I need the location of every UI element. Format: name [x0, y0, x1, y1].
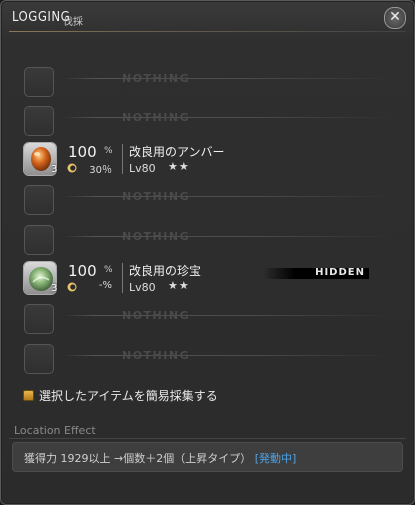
nothing-label: NOTHING — [122, 230, 191, 243]
slot-divider — [63, 315, 393, 316]
nothing-label: NOTHING — [122, 111, 191, 124]
item-stars: ★★ — [168, 279, 190, 292]
slot-empty[interactable]: NOTHING — [1, 181, 414, 221]
item-name: 改良用の珍宝 — [129, 264, 202, 278]
location-effect-desc: 獲得力 1929以上 →個数＋2個（上昇タイプ） — [24, 452, 252, 465]
location-effect-divider — [9, 438, 406, 439]
slot-divider — [63, 196, 393, 197]
hq-icon — [67, 163, 77, 173]
empty-slot-box[interactable] — [24, 225, 54, 255]
item-level: Lv80 — [129, 281, 156, 294]
item-count: 3 — [51, 164, 58, 175]
window-subtitle: 伐採 — [63, 17, 83, 28]
item-separator — [122, 144, 123, 174]
slot-divider — [63, 236, 393, 237]
empty-slot-box[interactable] — [24, 304, 54, 334]
item-stars: ★★ — [168, 160, 190, 173]
item-level: Lv80 — [129, 162, 156, 175]
empty-slot-box[interactable] — [24, 67, 54, 97]
success-rate: 100 — [68, 143, 97, 161]
slot-item-treasure[interactable]: 3 100 % -% 改良用の珍宝 Lv80 ★★ HIDDEN — [1, 260, 414, 300]
slot-empty[interactable]: NOTHING — [1, 63, 414, 103]
empty-slot-box[interactable] — [24, 185, 54, 215]
slot-empty[interactable]: NOTHING — [1, 300, 414, 340]
empty-slot-box[interactable] — [24, 106, 54, 136]
item-count: 3 — [51, 283, 58, 294]
slot-divider — [63, 78, 393, 79]
location-effect-text: 獲得力 1929以上 →個数＋2個（上昇タイプ） [発動中] — [24, 450, 296, 466]
gathering-window: LOGGING 伐採 ✕ NOTHING NOTHING 3 100 % 30％… — [0, 0, 415, 505]
nothing-label: NOTHING — [122, 72, 191, 85]
slot-divider — [63, 117, 393, 118]
location-effect-status: [発動中] — [254, 452, 297, 465]
slot-empty[interactable]: NOTHING — [1, 102, 414, 142]
title-bar[interactable]: LOGGING 伐採 ✕ — [1, 1, 414, 35]
nothing-label: NOTHING — [122, 349, 191, 362]
close-button[interactable]: ✕ — [384, 7, 406, 29]
slot-divider — [63, 355, 393, 356]
location-effect-panel: 獲得力 1929以上 →個数＋2個（上昇タイプ） [発動中] — [12, 442, 403, 472]
title-divider — [9, 31, 406, 32]
slot-empty[interactable]: NOTHING — [1, 221, 414, 261]
hq-rate: 30％ — [89, 165, 112, 176]
item-name: 改良用のアンバー — [129, 145, 225, 159]
quick-gather-label[interactable]: 選択したアイテムを簡易採集する — [39, 387, 218, 404]
success-rate: 100 — [68, 262, 97, 280]
window-title: LOGGING — [12, 10, 71, 25]
hidden-label: HIDDEN — [315, 267, 365, 278]
slot-empty[interactable]: NOTHING — [1, 340, 414, 380]
slot-item-amber[interactable]: 3 100 % 30％ 改良用のアンバー Lv80 ★★ — [1, 141, 414, 181]
hq-rate: -% — [98, 280, 112, 291]
item-separator — [122, 263, 123, 293]
hidden-badge: HIDDEN — [263, 267, 369, 279]
location-effect-title: Location Effect — [14, 424, 96, 437]
percent-sign: % — [104, 265, 113, 275]
empty-slot-box[interactable] — [24, 344, 54, 374]
nothing-label: NOTHING — [122, 190, 191, 203]
hq-icon — [67, 282, 77, 292]
nothing-label: NOTHING — [122, 309, 191, 322]
percent-sign: % — [104, 146, 113, 156]
quick-gather-checkbox[interactable] — [23, 390, 34, 401]
